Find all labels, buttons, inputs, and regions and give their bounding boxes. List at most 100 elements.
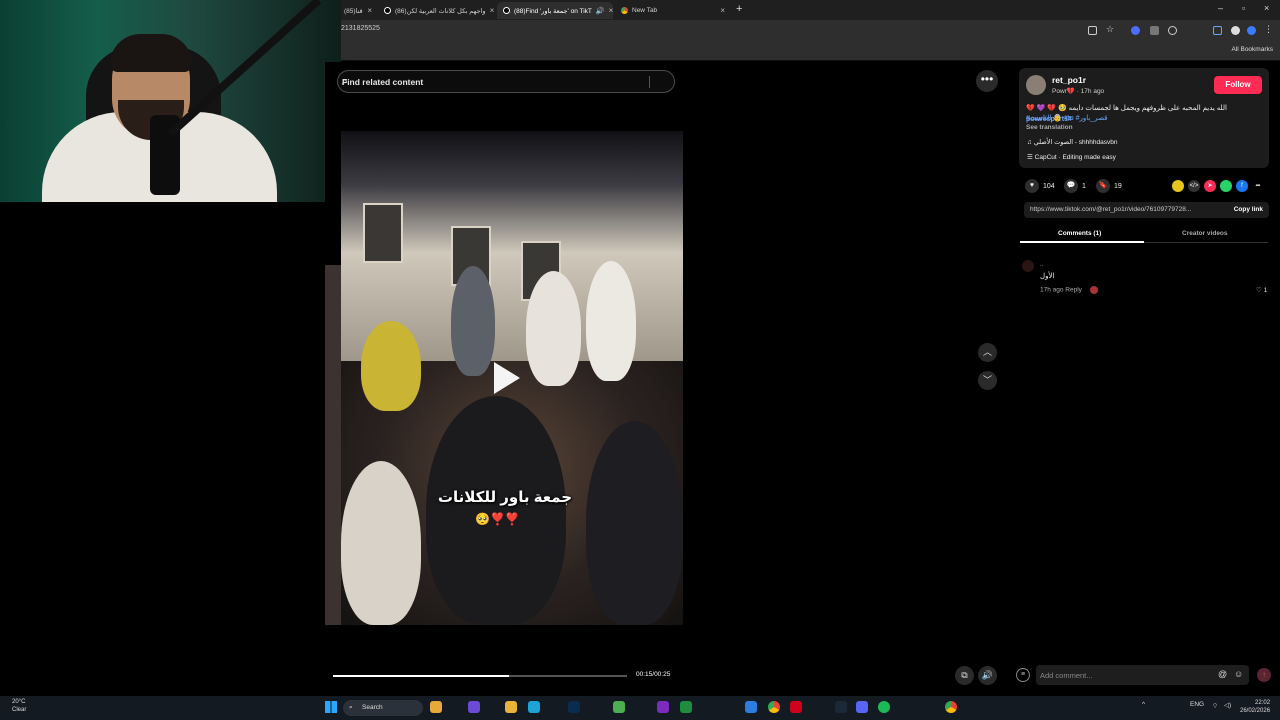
send-icon[interactable]: ➤ bbox=[1204, 180, 1216, 192]
all-bookmarks-button[interactable]: All Bookmarks bbox=[1231, 46, 1273, 53]
search-input[interactable]: Find related content ⌕ bbox=[337, 70, 675, 93]
edge-icon[interactable] bbox=[528, 701, 540, 713]
comment-like[interactable]: ♡ 1 bbox=[1256, 286, 1267, 294]
puzzle-icon[interactable] bbox=[1168, 26, 1177, 35]
minimize-icon[interactable]: – bbox=[1218, 3, 1223, 13]
search-icon: ⌕ bbox=[349, 704, 353, 711]
like-count: 104 bbox=[1043, 182, 1055, 190]
extension-icon[interactable] bbox=[1131, 26, 1140, 35]
next-video-button[interactable]: ﹀ bbox=[978, 371, 997, 390]
tab-creator-videos[interactable]: Creator videos bbox=[1182, 230, 1228, 237]
volume-icon[interactable]: 🔊 bbox=[978, 666, 997, 685]
sidepanel-icon[interactable] bbox=[1213, 26, 1222, 35]
send-comment-button[interactable]: ↑ bbox=[1257, 668, 1271, 682]
app-icon[interactable] bbox=[657, 701, 669, 713]
language-indicator[interactable]: ENG bbox=[1190, 701, 1204, 708]
network-icon[interactable]: ⌔ bbox=[1212, 701, 1218, 710]
browser-tab-active[interactable]: (88)Find 'جمعة باور' on TikT 🔊 × bbox=[497, 2, 613, 19]
video-link[interactable]: https://www.tiktok.com/@ret_po1r/video/7… bbox=[1030, 206, 1210, 213]
chrome-icon[interactable] bbox=[768, 701, 780, 713]
save-button[interactable]: 🔖 19 bbox=[1096, 179, 1122, 193]
browser-tab[interactable]: (86)واجهم بكل كلانات العربية لكن × bbox=[378, 2, 495, 19]
spotify-icon[interactable] bbox=[878, 701, 890, 713]
tab-label: New Tab bbox=[632, 7, 658, 14]
progress-bar[interactable] bbox=[333, 675, 627, 677]
browser-tab[interactable]: New Tab × bbox=[615, 2, 731, 19]
taskbar: 20°C Clear ⌕ Search ^ ENG ⌔ ◁) 22:02 26/… bbox=[0, 696, 1280, 720]
tiktok-icon bbox=[503, 7, 510, 14]
username[interactable]: ret_po1r bbox=[1052, 75, 1086, 85]
close-icon[interactable]: × bbox=[609, 6, 613, 15]
sound-link[interactable]: ♫ الصوت الأصلي - shhhhdasvbn bbox=[1027, 138, 1117, 146]
comment-author[interactable]: .. bbox=[1040, 262, 1043, 268]
extension-icon[interactable] bbox=[1247, 26, 1256, 35]
cast-icon[interactable] bbox=[1088, 26, 1097, 35]
url-text[interactable]: 2131825525 bbox=[341, 25, 380, 32]
close-icon[interactable]: × bbox=[367, 6, 372, 15]
close-window-icon[interactable]: × bbox=[1264, 3, 1269, 13]
comment-placeholder: Add comment... bbox=[1040, 671, 1093, 680]
comment-avatar[interactable] bbox=[1022, 260, 1034, 272]
speaker-icon[interactable]: 🔊 bbox=[596, 7, 605, 15]
windows-start-icon[interactable] bbox=[325, 701, 337, 713]
volume-icon[interactable]: ◁) bbox=[1224, 701, 1231, 709]
app-icon[interactable] bbox=[430, 701, 442, 713]
facebook-icon[interactable]: f bbox=[1236, 180, 1248, 192]
timecode: 00:15/00:25 bbox=[636, 671, 671, 678]
discord-icon[interactable] bbox=[856, 701, 868, 713]
search-icon[interactable]: ⌕ bbox=[342, 76, 664, 87]
comment-time-reply[interactable]: 17h ago Reply bbox=[1040, 287, 1082, 294]
chrome-icon bbox=[621, 7, 628, 14]
more-options-button[interactable]: ••• bbox=[976, 70, 998, 92]
emoji-icon[interactable]: ☺ bbox=[1234, 669, 1243, 679]
capcut-link[interactable]: ☰ CapCut · Editing made easy bbox=[1027, 153, 1116, 161]
file-explorer-icon[interactable] bbox=[505, 701, 517, 713]
profile-icon[interactable] bbox=[1231, 26, 1240, 35]
tiktok-icon bbox=[384, 7, 391, 14]
comment-button[interactable]: 💬 1 bbox=[1064, 179, 1086, 193]
friends-share-icon[interactable] bbox=[1172, 180, 1184, 192]
embed-icon[interactable]: </> bbox=[1188, 180, 1200, 192]
new-tab-button[interactable]: + bbox=[736, 3, 742, 15]
webcam-overlay bbox=[0, 0, 341, 202]
follow-button[interactable]: Follow bbox=[1214, 76, 1262, 94]
copy-link-button[interactable]: Copy link bbox=[1234, 206, 1263, 213]
excel-icon[interactable] bbox=[680, 701, 692, 713]
comment-icon: 💬 bbox=[1064, 179, 1078, 193]
close-icon[interactable]: × bbox=[490, 6, 495, 15]
system-clock[interactable]: 22:02 26/02/2026 bbox=[1240, 699, 1270, 715]
tray-chevron-icon[interactable]: ^ bbox=[1142, 701, 1145, 708]
mention-icon[interactable]: @ bbox=[1218, 669, 1227, 679]
comment-input[interactable]: Add comment... @ ☺ bbox=[1036, 665, 1249, 685]
hashtags[interactable]: #الثانيبث 👵 #tu #قصر_باور bbox=[1026, 114, 1107, 122]
app-icon[interactable] bbox=[745, 701, 757, 713]
star-icon[interactable]: ☆ bbox=[1106, 24, 1115, 34]
steam-icon[interactable] bbox=[835, 701, 847, 713]
panel-tabs: Comments (1) Creator videos bbox=[1020, 225, 1268, 243]
avatar[interactable] bbox=[1026, 75, 1046, 95]
photoshop-icon[interactable] bbox=[568, 701, 580, 713]
post-meta: Powr💔 · 17h ago bbox=[1052, 88, 1105, 95]
comment-text: الأول bbox=[1040, 273, 1055, 280]
tab-comments[interactable]: Comments (1) bbox=[1058, 230, 1101, 237]
weather-widget[interactable]: 20°C Clear bbox=[12, 698, 26, 714]
taskbar-search[interactable]: ⌕ Search bbox=[343, 700, 423, 716]
browser-tab[interactable]: (85)قنا × bbox=[338, 2, 378, 19]
share-icon[interactable]: ➦ bbox=[1252, 180, 1264, 192]
pip-icon[interactable]: ⧉ bbox=[955, 666, 974, 685]
app-icon[interactable] bbox=[468, 701, 480, 713]
whatsapp-icon[interactable] bbox=[1220, 180, 1232, 192]
close-icon[interactable]: × bbox=[720, 6, 725, 15]
see-translation-link[interactable]: See translation bbox=[1026, 124, 1073, 131]
emoji-suggest-icon[interactable]: ≡ bbox=[1016, 668, 1030, 682]
maximize-icon[interactable]: ▫ bbox=[1242, 3, 1245, 13]
previous-video-button[interactable]: ︿ bbox=[978, 343, 997, 362]
person bbox=[341, 461, 421, 625]
chrome-icon[interactable] bbox=[945, 701, 957, 713]
extension-icon[interactable] bbox=[1150, 26, 1159, 35]
like-button[interactable]: ♥ 104 bbox=[1025, 179, 1055, 193]
app-icon[interactable] bbox=[613, 701, 625, 713]
app-icon[interactable] bbox=[790, 701, 802, 713]
menu-icon[interactable]: ⋮ bbox=[1264, 24, 1273, 34]
play-icon[interactable] bbox=[494, 362, 520, 394]
